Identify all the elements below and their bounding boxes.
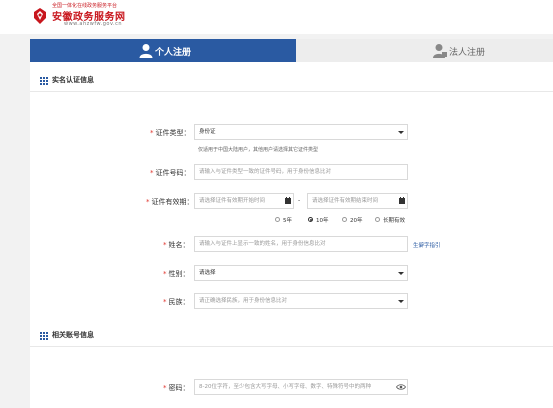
section-account-title: 相关账号信息 xyxy=(52,331,94,339)
id-number-label: * 证件号码： xyxy=(150,169,191,177)
chevron-down-icon xyxy=(398,131,404,134)
id-number-input[interactable]: 请输入与证件类型一致的证件号码，用于身份信息比对 xyxy=(194,164,408,180)
ethnicity-placeholder: 请正确选择民族，用于身份信息比对 xyxy=(199,298,288,304)
date-range-separator: - xyxy=(298,197,301,204)
eye-icon[interactable] xyxy=(396,384,406,390)
chevron-down-icon xyxy=(398,300,404,303)
calendar-icon[interactable] xyxy=(282,193,294,209)
radio-icon xyxy=(375,217,380,222)
validity-label: * 证件有效期： xyxy=(146,198,194,206)
password-input[interactable]: 8-20位字符，至少包含大写字母、小写字母、数字、特殊符号中的两种 xyxy=(194,379,408,395)
register-panel xyxy=(30,62,553,408)
id-type-value: 身份证 xyxy=(199,129,216,135)
required-mark: * xyxy=(146,198,150,206)
password-placeholder: 8-20位字符，至少包含大写字母、小写字母、数字、特殊符号中的两种 xyxy=(199,384,371,390)
tab-legal-label: 法人注册 xyxy=(449,48,486,58)
chevron-down-icon xyxy=(398,272,404,275)
gender-value: 请选择 xyxy=(199,270,216,276)
id-number-placeholder: 请输入与证件类型一致的证件号码，用于身份信息比对 xyxy=(199,169,332,175)
section-divider xyxy=(30,91,553,92)
radio-icon xyxy=(342,217,347,222)
name-placeholder: 请输入与证件上显示一致的姓名，用于身份信息比对 xyxy=(199,241,326,247)
site-domain: www.ahzwfw.gov.cn xyxy=(64,21,123,27)
radio-icon xyxy=(275,217,280,222)
anhui-emblem-icon xyxy=(34,8,46,24)
rare-char-guide-link[interactable]: 生僻字指引 xyxy=(413,241,441,249)
required-mark: * xyxy=(150,169,154,177)
gender-label: * 性别： xyxy=(163,270,190,278)
site-logo[interactable]: 全国一体化在线政务服务平台 安徽政务服务网 www.ahzwfw.gov.cn xyxy=(30,2,140,32)
tab-legal-register[interactable]: 法人注册 xyxy=(296,39,553,62)
required-mark: * xyxy=(163,298,167,306)
calendar-icon[interactable] xyxy=(396,193,408,209)
name-label: * 姓名： xyxy=(163,241,190,249)
password-label: * 密码： xyxy=(163,384,190,392)
validity-start-placeholder: 请选择证件有效期开始时间 xyxy=(199,198,266,204)
site-header: 全国一体化在线政务服务平台 安徽政务服务网 www.ahzwfw.gov.cn xyxy=(0,0,553,34)
tab-personal-label: 个人注册 xyxy=(155,48,192,58)
person-icon xyxy=(139,44,153,58)
tab-personal-register[interactable]: 个人注册 xyxy=(30,39,296,62)
name-input[interactable]: 请输入与证件上显示一致的姓名，用于身份信息比对 xyxy=(194,236,408,252)
required-mark: * xyxy=(163,270,167,278)
grid-icon xyxy=(40,332,48,340)
section-realname-title: 实名认证信息 xyxy=(52,76,94,84)
section-divider xyxy=(30,346,553,347)
id-type-label: * 证件类型： xyxy=(150,129,191,137)
register-tabs: 个人注册 法人注册 xyxy=(30,39,553,62)
gender-select[interactable]: 请选择 xyxy=(194,265,408,281)
validity-end-input[interactable]: 请选择证件有效期结束时间 xyxy=(307,193,408,209)
ethnicity-label: * 民族： xyxy=(163,298,190,306)
required-mark: * xyxy=(150,129,154,137)
grid-icon xyxy=(40,77,48,85)
required-mark: * xyxy=(163,241,167,249)
validity-end-placeholder: 请选择证件有效期结束时间 xyxy=(312,198,379,204)
required-mark: * xyxy=(163,384,167,392)
validity-start-input[interactable]: 请选择证件有效期开始时间 xyxy=(194,193,294,209)
ethnicity-select[interactable]: 请正确选择民族，用于身份信息比对 xyxy=(194,293,408,309)
legal-person-icon xyxy=(433,44,447,58)
id-type-hint: 仅适用于中国大陆用户，其他用户请选择其它证件类型 xyxy=(198,147,319,153)
radio-checked-icon xyxy=(308,217,313,222)
id-type-select[interactable]: 身份证 xyxy=(194,124,408,140)
